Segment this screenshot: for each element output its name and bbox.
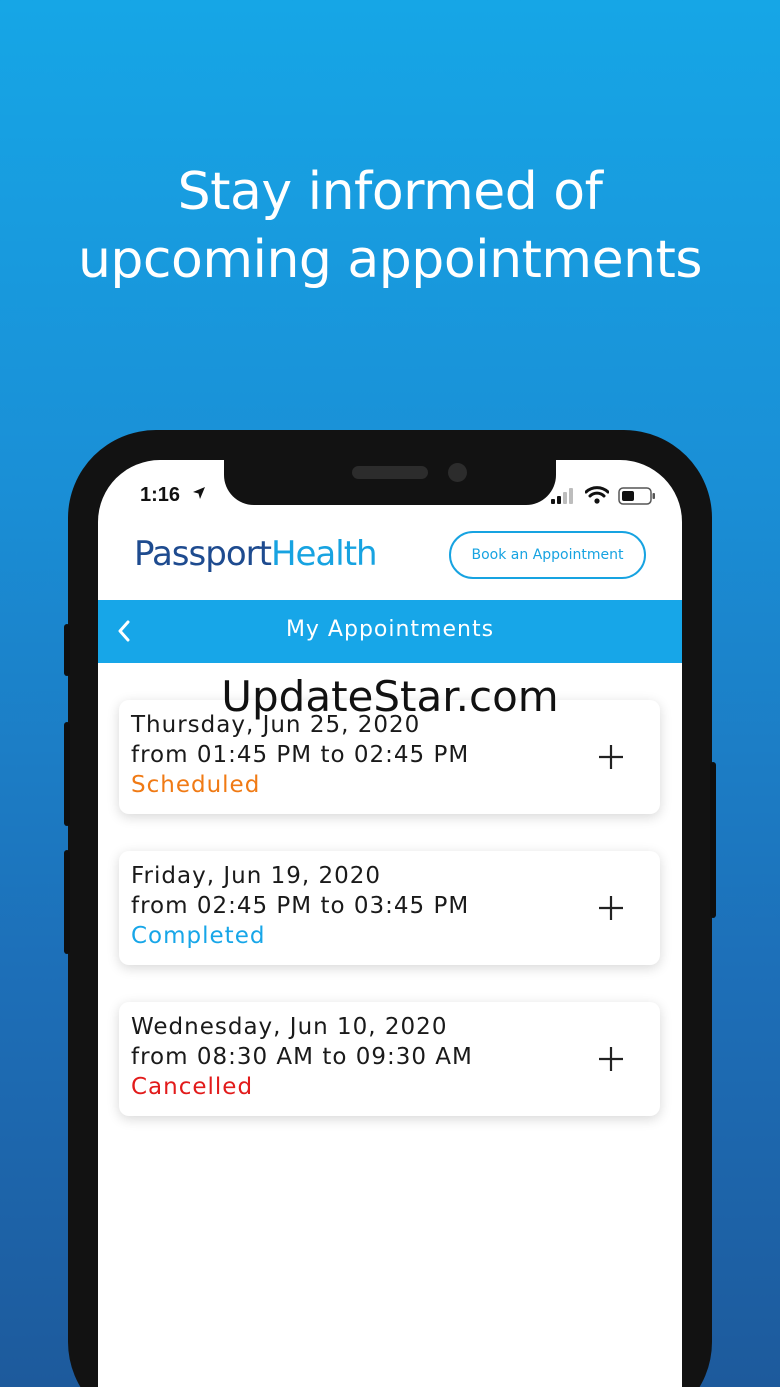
- battery-icon: [618, 487, 655, 505]
- location-arrow-icon: [193, 487, 205, 499]
- brand-logo-part1: Passport: [134, 534, 272, 574]
- expand-plus-icon[interactable]: [598, 744, 624, 770]
- watermark-text: UpdateStar.com: [221, 672, 559, 721]
- brand-logo-part2: Health: [270, 534, 378, 574]
- wifi-icon: [585, 486, 609, 504]
- phone-screen: 1:16 PassportHealth Book an Appointment …: [98, 460, 682, 1387]
- notch: [224, 460, 556, 505]
- book-appointment-button[interactable]: Book an Appointment: [449, 531, 646, 579]
- appointment-date: Friday, Jun 19, 2020: [131, 863, 381, 889]
- cellular-signal-icon: [551, 488, 573, 504]
- appointment-status: Completed: [131, 923, 266, 949]
- appointment-time: from 08:30 AM to 09:30 AM: [131, 1044, 473, 1070]
- speaker: [352, 466, 428, 479]
- page-title: My Appointments: [285, 617, 495, 642]
- status-time: 1:16: [140, 484, 181, 506]
- phone-silent-switch: [64, 624, 70, 676]
- promo-headline: Stay informed of upcoming appointments: [0, 158, 780, 294]
- expand-plus-icon[interactable]: [598, 1046, 624, 1072]
- phone-power-button: [710, 762, 716, 918]
- navigation-bar: My Appointments: [98, 600, 682, 663]
- appointment-card[interactable]: Friday, Jun 19, 2020 from 02:45 PM to 03…: [119, 851, 660, 965]
- headline-line-2: upcoming appointments: [77, 230, 703, 290]
- appointment-status: Cancelled: [131, 1074, 254, 1100]
- phone-volume-down: [64, 850, 70, 954]
- appointment-time: from 01:45 PM to 02:45 PM: [131, 742, 470, 768]
- phone-volume-up: [64, 722, 70, 826]
- camera: [448, 463, 467, 482]
- expand-plus-icon[interactable]: [598, 895, 624, 921]
- brand-logo: PassportHealth: [134, 534, 378, 574]
- appointment-card[interactable]: Wednesday, Jun 10, 2020 from 08:30 AM to…: [119, 1002, 660, 1116]
- headline-line-1: Stay informed of: [177, 162, 603, 222]
- appointment-status: Scheduled: [131, 772, 261, 798]
- appointment-date: Wednesday, Jun 10, 2020: [131, 1014, 448, 1040]
- appointment-time: from 02:45 PM to 03:45 PM: [131, 893, 470, 919]
